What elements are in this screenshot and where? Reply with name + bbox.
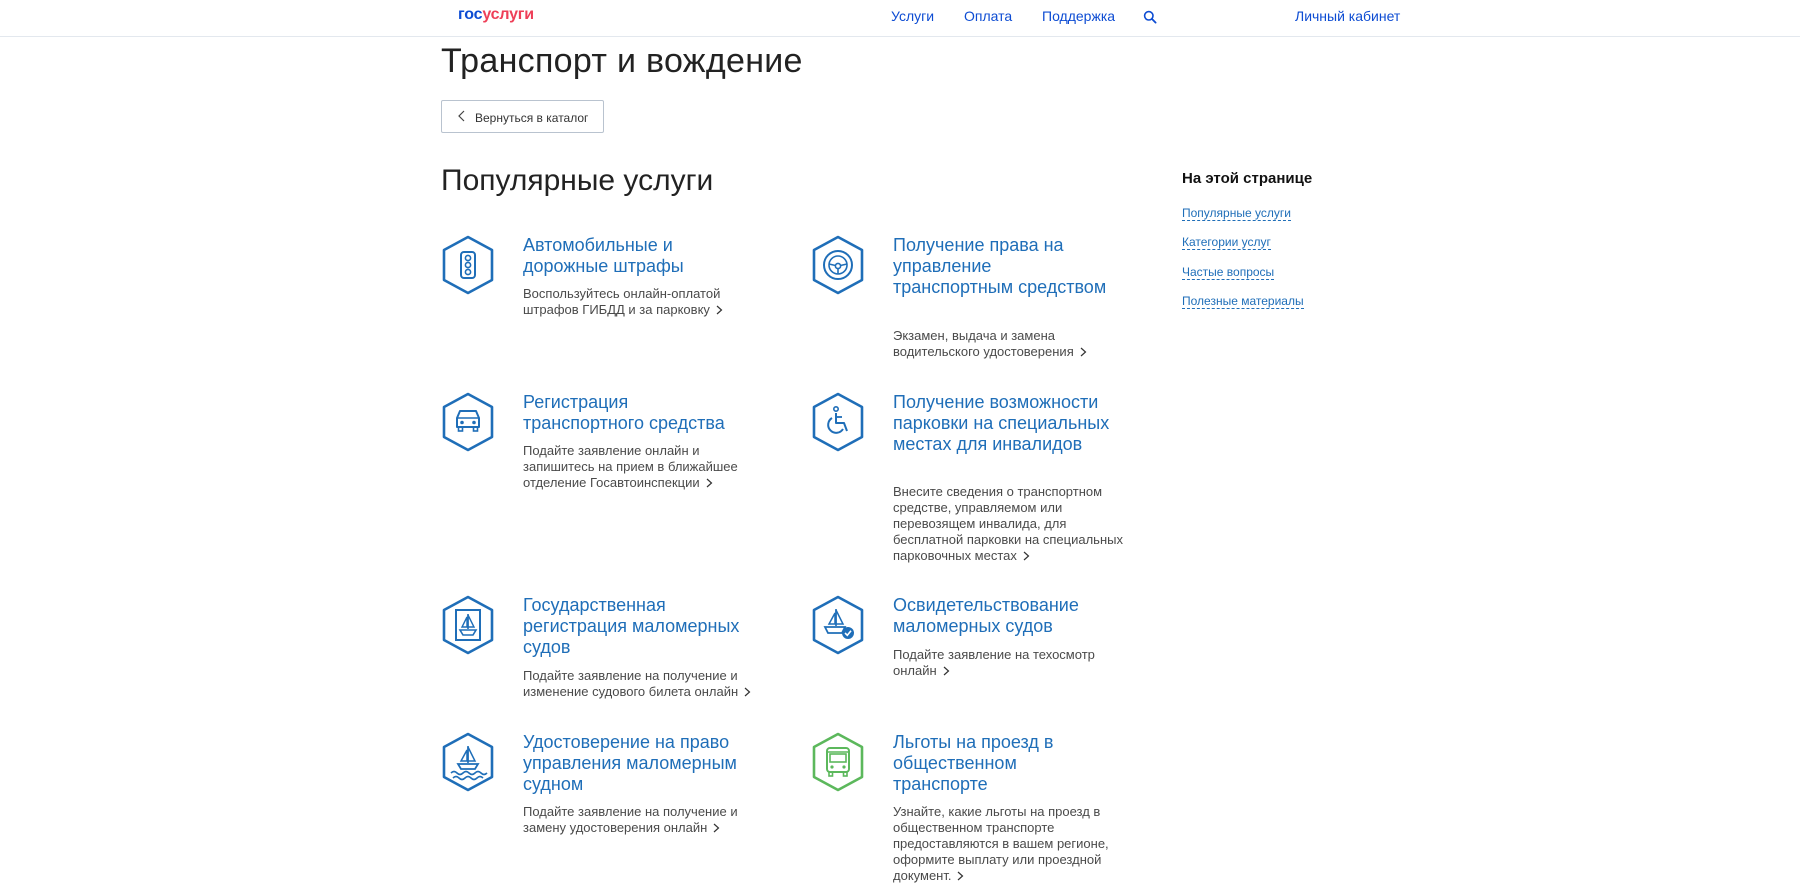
service-description[interactable]: Экзамен, выдача и замена водительского у… bbox=[893, 328, 1123, 360]
service-description[interactable]: Подайте заявление на получение и изменен… bbox=[523, 668, 753, 700]
chevron-right-icon bbox=[1023, 551, 1030, 561]
page-title: Транспорт и вождение bbox=[441, 42, 803, 80]
toc-link-faq[interactable]: Частые вопросы bbox=[1182, 265, 1275, 280]
service-title[interactable]: Освидетельствование маломерных судов bbox=[893, 595, 1113, 637]
chevron-right-icon bbox=[706, 478, 713, 488]
service-description[interactable]: Воспользуйтесь онлайн-оплатой штрафов ГИ… bbox=[523, 286, 753, 318]
top-bar: госуслуги Услуги Оплата Поддержка Личный… bbox=[0, 0, 1800, 37]
service-description-text: Подайте заявление на техосмотр онлайн bbox=[893, 647, 1095, 678]
back-button-label: Вернуться в каталог bbox=[475, 111, 589, 125]
service-description[interactable]: Внесите сведения о транспортном средстве… bbox=[893, 484, 1123, 564]
nav-support-link[interactable]: Поддержка bbox=[1042, 8, 1115, 24]
boat-waves-icon bbox=[442, 732, 494, 792]
service-description-text: Подайте заявление на получение и замену … bbox=[523, 804, 738, 835]
logo-part-uslugi: услуги bbox=[482, 6, 534, 23]
service-title[interactable]: Автомобильные и дорожные штрафы bbox=[523, 235, 743, 277]
service-description[interactable]: Подайте заявление на техосмотр онлайн bbox=[893, 647, 1123, 679]
car-icon bbox=[442, 392, 494, 452]
traffic-light-icon bbox=[442, 235, 494, 295]
service-description-text: Воспользуйтесь онлайн-оплатой штрафов ГИ… bbox=[523, 286, 721, 317]
on-this-page-title: На этой странице bbox=[1182, 170, 1313, 187]
service-title[interactable]: Государственная регистрация маломерных с… bbox=[523, 595, 743, 658]
nav-payment-link[interactable]: Оплата bbox=[964, 8, 1012, 24]
chevron-right-icon bbox=[943, 666, 950, 676]
steering-wheel-icon bbox=[812, 235, 864, 295]
boat-document-icon bbox=[442, 595, 494, 655]
service-description[interactable]: Узнайте, какие льготы на проезд в общест… bbox=[893, 804, 1123, 884]
service-title[interactable]: Льготы на проезд в общественном транспор… bbox=[893, 732, 1113, 795]
logo-part-gos: гос bbox=[458, 6, 483, 23]
chevron-right-icon bbox=[1080, 347, 1087, 357]
bus-icon bbox=[812, 732, 864, 792]
toc-link-categories[interactable]: Категории услуг bbox=[1182, 235, 1271, 250]
chevron-right-icon bbox=[958, 871, 964, 881]
service-description-text: Узнайте, какие льготы на проезд в общест… bbox=[893, 804, 1109, 883]
personal-cabinet-link[interactable]: Личный кабинет bbox=[1295, 8, 1400, 24]
service-description-text: Подайте заявление на получение и изменен… bbox=[523, 668, 739, 699]
service-title[interactable]: Удостоверение на право управления маломе… bbox=[523, 732, 743, 795]
service-description[interactable]: Подайте заявление на получение и замену … bbox=[523, 804, 753, 836]
nav-services-link[interactable]: Услуги bbox=[891, 8, 934, 24]
back-to-catalog-button[interactable]: Вернуться в каталог bbox=[441, 100, 604, 133]
wheelchair-icon bbox=[812, 392, 864, 452]
toc-link-useful-materials[interactable]: Полезные материалы bbox=[1182, 294, 1304, 309]
search-icon[interactable] bbox=[1143, 10, 1157, 24]
chevron-left-icon bbox=[458, 110, 465, 122]
chevron-right-icon bbox=[713, 823, 720, 833]
toc-link-popular-services[interactable]: Популярные услуги bbox=[1182, 206, 1291, 221]
service-description-text: Экзамен, выдача и замена водительского у… bbox=[893, 328, 1074, 359]
chevron-right-icon bbox=[744, 687, 751, 697]
service-description-text: Внесите сведения о транспортном средстве… bbox=[893, 484, 1123, 563]
section-title: Популярные услуги bbox=[441, 164, 714, 197]
chevron-right-icon bbox=[716, 305, 723, 315]
gosuslugi-logo[interactable]: госуслуги bbox=[458, 6, 534, 24]
service-title[interactable]: Получение права на управление транспортн… bbox=[893, 235, 1113, 298]
service-description[interactable]: Подайте заявление онлайн и запишитесь на… bbox=[523, 443, 753, 491]
service-title[interactable]: Регистрация транспортного средства bbox=[523, 392, 743, 434]
service-title[interactable]: Получение возможности парковки на специа… bbox=[893, 392, 1113, 455]
boat-check-icon bbox=[812, 595, 864, 655]
